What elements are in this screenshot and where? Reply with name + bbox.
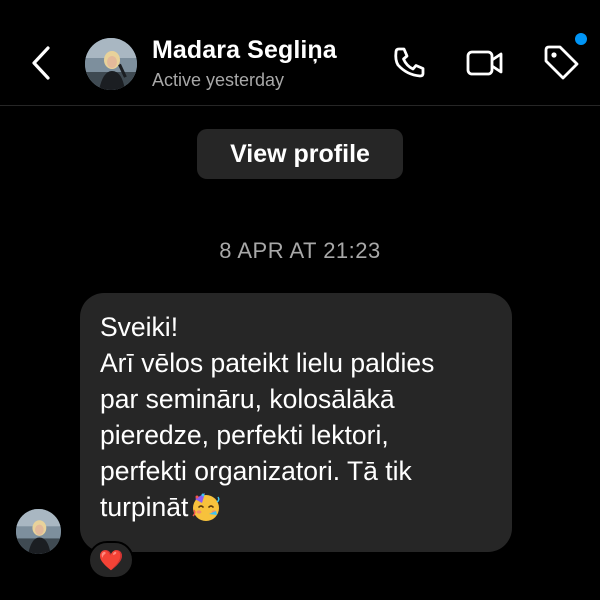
phone-icon: [394, 47, 425, 78]
tag-icon: [544, 45, 579, 80]
contact-avatar[interactable]: [85, 38, 137, 90]
message-line: Arī vēlos pateikt lielu paldies: [100, 348, 435, 378]
message-bubble[interactable]: Sveiki! Arī vēlos pateikt lielu paldies …: [80, 293, 512, 552]
heart-reaction[interactable]: ❤️: [88, 541, 134, 579]
back-button[interactable]: [22, 40, 62, 86]
heart-icon: ❤️: [98, 549, 124, 572]
avatar-photo: [16, 509, 61, 554]
back-chevron-icon: [32, 46, 50, 80]
chat-header: Madara Segliņa Active yesterday: [0, 0, 600, 106]
contact-name[interactable]: Madara Segliņa: [152, 36, 337, 65]
notification-dot: [575, 33, 587, 45]
message-timestamp: 8 APR AT 21:23: [219, 238, 381, 263]
audio-call-button[interactable]: [388, 42, 430, 84]
message-line: Sveiki!: [100, 312, 179, 342]
video-camera-icon: [466, 50, 503, 76]
partying-face-icon: [189, 489, 223, 523]
view-profile-button[interactable]: View profile: [197, 129, 403, 179]
message-line: pieredze, perfekti lektori,: [100, 420, 389, 450]
label-button[interactable]: [541, 42, 583, 84]
sender-avatar[interactable]: [16, 509, 61, 554]
message-line: par semināru, kolosālākā: [100, 384, 395, 414]
message-last-line: turpināt: [100, 489, 494, 526]
active-status: Active yesterday: [152, 70, 285, 90]
message-line: perfekti organizatori. Tā tik: [100, 456, 412, 486]
avatar-photo: [85, 38, 137, 90]
video-call-button[interactable]: [464, 42, 506, 84]
message-line: turpināt: [100, 492, 189, 522]
